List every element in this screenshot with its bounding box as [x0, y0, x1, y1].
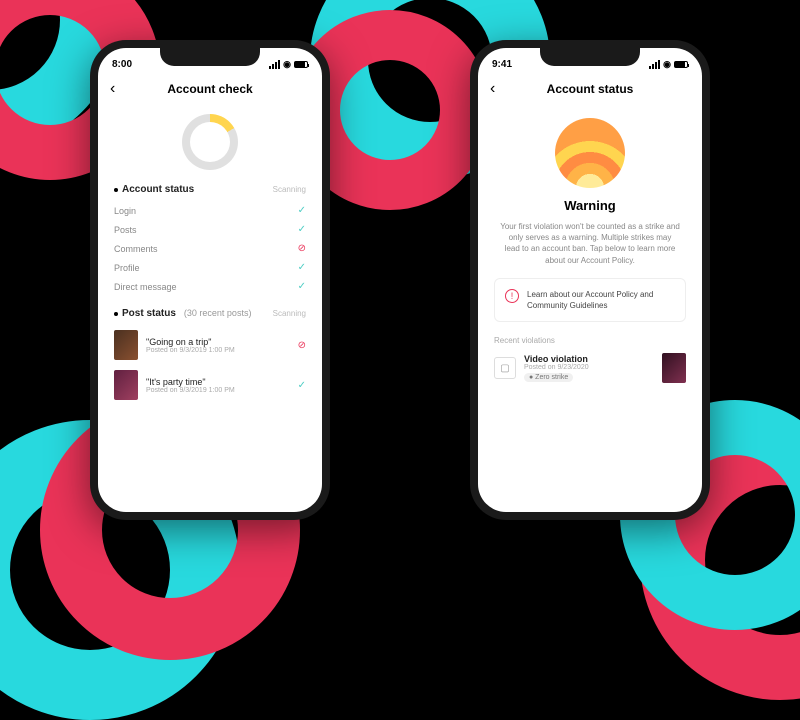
scanning-label: Scanning — [273, 185, 306, 194]
status-item-comments: Comments⊘ — [114, 239, 306, 258]
status-time: 9:41 — [492, 59, 512, 70]
battery-icon — [674, 61, 688, 68]
policy-card[interactable]: ! Learn about our Account Policy and Com… — [494, 278, 686, 322]
recent-violations-heading: Recent violations — [494, 336, 686, 345]
post-thumbnail — [114, 330, 138, 360]
check-icon: ✓ — [298, 262, 306, 273]
page-title: Account check — [98, 82, 322, 96]
post-row[interactable]: "It's party time"Posted on 9/3/2019 1:00… — [114, 365, 306, 405]
check-icon: ✓ — [298, 281, 306, 292]
error-icon: ⊘ — [298, 243, 306, 254]
check-icon: ✓ — [298, 224, 306, 235]
account-status-heading: Account status — [114, 184, 194, 195]
warning-badge-icon — [555, 118, 625, 188]
info-icon: ! — [505, 289, 519, 303]
status-item-dm: Direct message✓ — [114, 277, 306, 296]
wifi-icon: ◉ — [283, 59, 291, 70]
check-icon: ✓ — [298, 380, 306, 391]
video-icon: ▢ — [494, 357, 516, 379]
status-item-login: Login✓ — [114, 201, 306, 220]
wifi-icon: ◉ — [663, 59, 671, 70]
policy-text: Learn about our Account Policy and Commu… — [527, 289, 675, 311]
violation-row[interactable]: ▢ Video violation Posted on 9/23/2020 ● … — [494, 353, 686, 383]
strike-badge: ● Zero strike — [524, 373, 573, 382]
check-icon: ✓ — [298, 205, 306, 216]
post-status-heading: Post status(30 recent posts) — [114, 308, 251, 319]
signal-icon — [269, 60, 280, 69]
phone-account-status: 9:41 ◉ ‹ Account status Warning Your fir… — [470, 40, 710, 520]
status-time: 8:00 — [112, 59, 132, 70]
warning-body: Your first violation won't be counted as… — [494, 221, 686, 266]
status-item-posts: Posts✓ — [114, 220, 306, 239]
post-thumbnail — [114, 370, 138, 400]
battery-icon — [294, 61, 308, 68]
page-title: Account status — [478, 82, 702, 96]
error-icon: ⊘ — [298, 340, 306, 351]
scanning-label: Scanning — [273, 309, 306, 318]
status-item-profile: Profile✓ — [114, 258, 306, 277]
signal-icon — [649, 60, 660, 69]
post-row[interactable]: "Going on a trip"Posted on 9/3/2019 1:00… — [114, 325, 306, 365]
warning-title: Warning — [478, 198, 702, 213]
violation-thumbnail — [662, 353, 686, 383]
scan-progress-icon — [182, 114, 238, 170]
phone-account-check: 8:00 ◉ ‹ Account check Account status Sc… — [90, 40, 330, 520]
